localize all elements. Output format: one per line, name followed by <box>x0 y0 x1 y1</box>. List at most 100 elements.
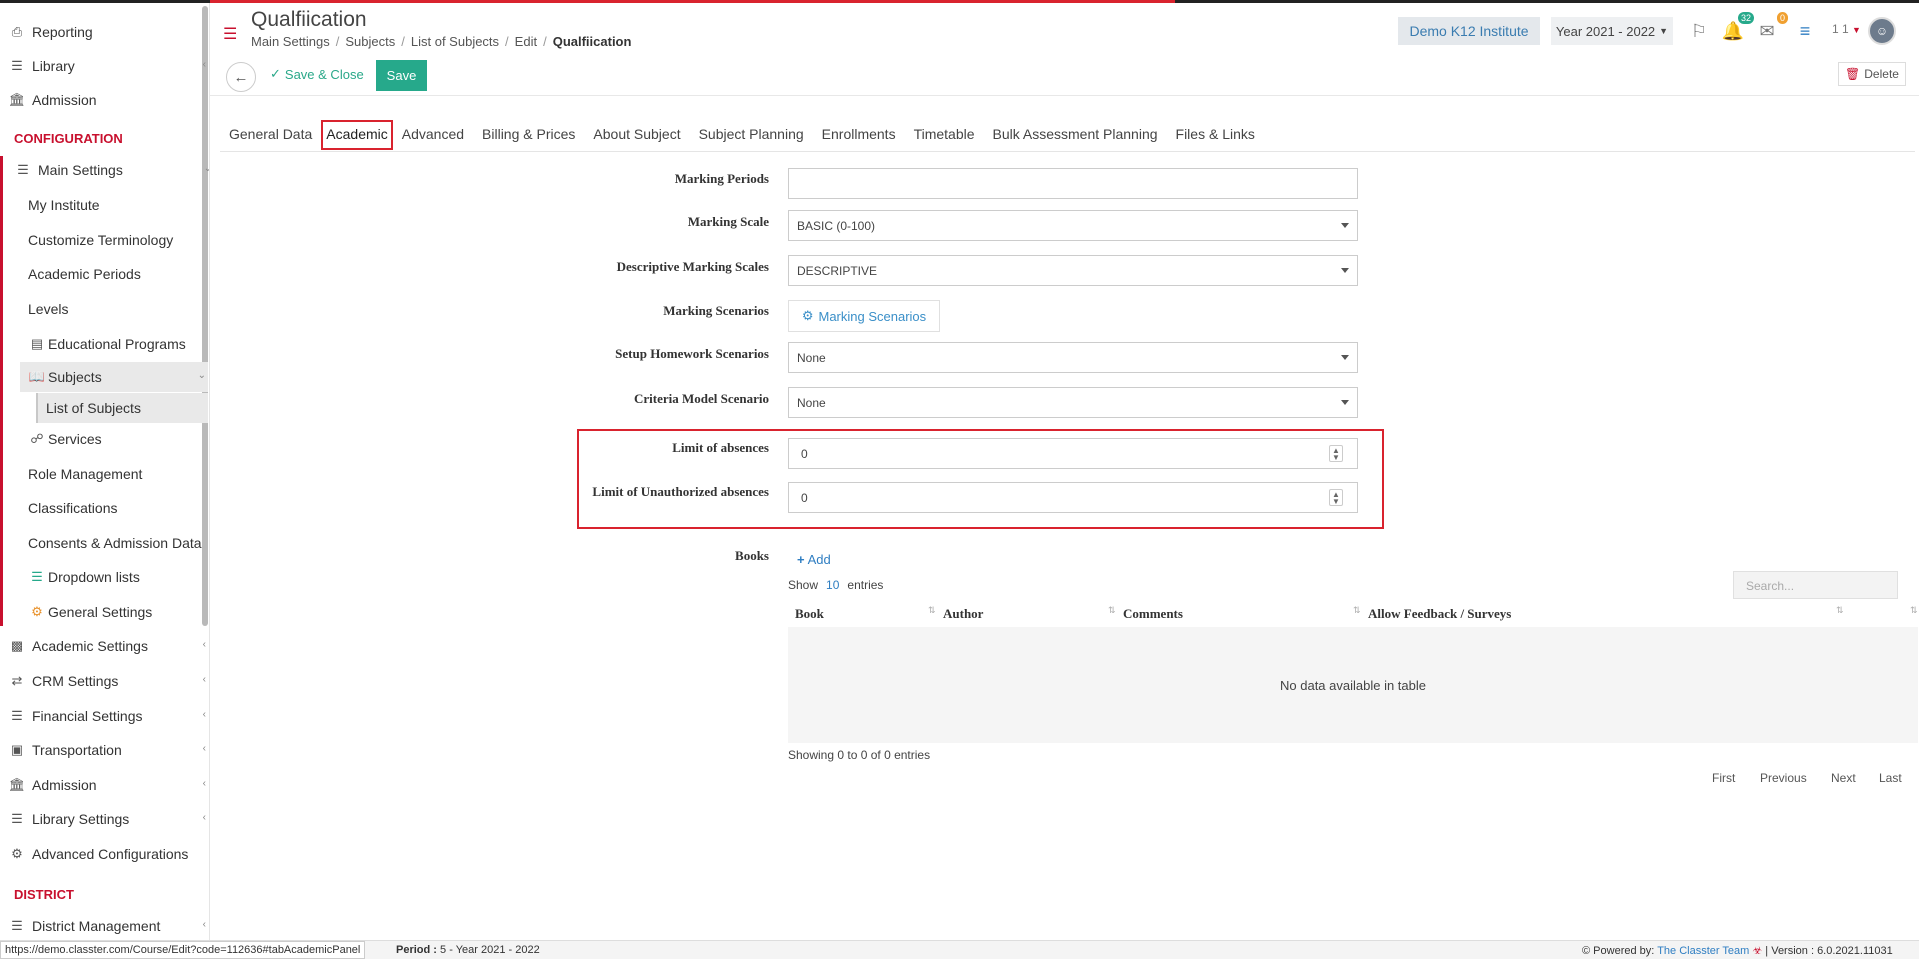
sidebar-item-library[interactable]: ☰ Library ‹ <box>8 51 208 81</box>
homework-scenarios-select[interactable]: None <box>788 342 1358 373</box>
sidebar-item-label: Role Management <box>28 466 143 482</box>
tab-billing-prices[interactable]: Billing & Prices <box>473 120 584 150</box>
institute-button[interactable]: Demo K12 Institute <box>1398 17 1540 45</box>
sidebar-item-consents[interactable]: Consents & Admission Data <box>28 528 209 558</box>
pager-last[interactable]: Last <box>1879 771 1902 785</box>
column-allow-feedback[interactable]: Allow Feedback / Surveys <box>1368 606 1511 622</box>
pager-next[interactable]: Next <box>1831 771 1856 785</box>
save-button[interactable]: Save <box>376 60 427 91</box>
sidebar-item-crm-settings[interactable]: ⇄ CRM Settings ‹ <box>8 666 208 696</box>
sidebar-item-services[interactable]: ☍ Services ‹ <box>28 424 209 454</box>
marking-scale-label: Marking Scale <box>687 214 769 229</box>
limit-absences-input[interactable]: 0 ▲ ▼ <box>788 438 1358 469</box>
loading-progress <box>210 0 1175 3</box>
chevron-left-icon: ‹ <box>202 709 206 720</box>
caret-down-icon: ▼ <box>1659 26 1669 36</box>
tab-advanced[interactable]: Advanced <box>393 120 473 150</box>
marking-scenarios-button[interactable]: ⚙ Marking Scenarios <box>788 300 940 332</box>
bus-icon: ▣ <box>10 742 24 757</box>
sidebar-item-general-settings[interactable]: ⚙ General Settings <box>28 597 209 627</box>
layers-icon: ☰ <box>31 569 43 584</box>
delete-label: Delete <box>1864 67 1899 81</box>
tab-subject-planning[interactable]: Subject Planning <box>690 120 813 150</box>
marking-periods-input[interactable] <box>788 168 1358 199</box>
breadcrumb-subjects[interactable]: Subjects <box>345 34 395 49</box>
year-select[interactable]: Year 2021 - 2022 ▼ <box>1551 17 1673 45</box>
sidebar-item-academic-settings[interactable]: ▩ Academic Settings ‹ <box>8 631 208 661</box>
sidebar-item-academic-periods[interactable]: Academic Periods <box>28 259 209 289</box>
gears-icon: ⚙ <box>801 308 814 323</box>
breadcrumb-main-settings[interactable]: Main Settings <box>251 34 330 49</box>
marking-scale-select[interactable]: BASIC (0-100) <box>788 210 1358 241</box>
tab-files-links[interactable]: Files & Links <box>1167 120 1264 150</box>
sort-icon[interactable]: ⇅ <box>1108 605 1116 616</box>
sidebar-item-main-settings[interactable]: ☰ Main Settings ⌄ <box>14 155 209 185</box>
tab-bulk-assessment-planning[interactable]: Bulk Assessment Planning <box>984 120 1167 150</box>
descriptive-scales-select[interactable]: DESCRIPTIVE <box>788 255 1358 286</box>
breadcrumb-edit[interactable]: Edit <box>515 34 537 49</box>
tab-general-data[interactable]: General Data <box>220 120 321 150</box>
sidebar-item-transportation[interactable]: ▣ Transportation ‹ <box>8 735 208 765</box>
list-icon: ☰ <box>11 918 23 933</box>
tab-about-subject[interactable]: About Subject <box>584 120 689 150</box>
sidebar-item-list-of-subjects[interactable]: List of Subjects <box>36 393 208 423</box>
marking-scale-value: BASIC (0-100) <box>797 218 876 233</box>
tab-timetable[interactable]: Timetable <box>905 120 984 150</box>
sidebar-item-district-management[interactable]: ☰ District Management ‹ <box>8 911 208 941</box>
save-close-button[interactable]: ✓ Save & Close <box>270 66 364 82</box>
add-book-button[interactable]: + Add <box>797 552 831 567</box>
bell-icon[interactable]: 🔔 32 <box>1720 12 1754 44</box>
sidebar-item-customize-terminology[interactable]: Customize Terminology <box>28 225 209 255</box>
flag-icon[interactable]: ⚐ <box>1686 18 1712 44</box>
sidebar-item-educational-programs[interactable]: ▤ Educational Programs ‹ <box>28 329 209 359</box>
sidebar-item-my-institute[interactable]: My Institute <box>28 190 209 220</box>
column-comments[interactable]: Comments <box>1123 606 1183 622</box>
sort-icon[interactable]: ⇅ <box>1353 605 1361 616</box>
criteria-model-select[interactable]: None <box>788 387 1358 418</box>
sidebar-item-subjects[interactable]: 📖 Subjects ⌄ <box>20 362 208 392</box>
sidebar-item-financial-settings[interactable]: ☰ Financial Settings ‹ <box>8 701 208 731</box>
tab-enrollments[interactable]: Enrollments <box>813 120 905 150</box>
sidebar-item-classifications[interactable]: Classifications <box>28 493 209 523</box>
sidebar-item-admission[interactable]: 🏛 Admission <box>8 85 208 115</box>
number-spinner[interactable]: ▲ ▼ <box>1329 445 1343 462</box>
trash-icon: 🗑 <box>1845 67 1861 81</box>
descriptive-scales-value: DESCRIPTIVE <box>797 263 878 278</box>
sidebar-item-admission-settings[interactable]: 🏛 Admission ‹ <box>8 770 208 800</box>
sidebar-item-levels[interactable]: Levels <box>28 294 209 324</box>
table-search-input[interactable]: Search... <box>1733 571 1898 599</box>
sidebar-item-reporting[interactable]: ⎙ Reporting <box>8 17 208 47</box>
page-title: Qualfiication <box>251 8 367 31</box>
page-length-select[interactable]: 10 <box>826 578 839 592</box>
sidebar-item-library-settings[interactable]: ☰ Library Settings ‹ <box>8 804 208 834</box>
classter-team-link[interactable]: The Classter Team <box>1657 945 1749 957</box>
mail-icon[interactable]: ✉ 0 <box>1754 12 1788 44</box>
hamburger-menu-icon[interactable]: ☰ <box>223 24 237 44</box>
column-author[interactable]: Author <box>943 606 983 622</box>
avatar[interactable]: ☺ <box>1868 17 1896 45</box>
powered-by: © Powered by: The Classter Team ☣ | Vers… <box>1582 944 1893 957</box>
tab-academic[interactable]: Academic <box>321 120 393 150</box>
pager-first[interactable]: First <box>1712 771 1735 785</box>
back-button[interactable]: ← <box>226 62 256 92</box>
breadcrumb-list-of-subjects[interactable]: List of Subjects <box>411 34 499 49</box>
sidebar-item-label: CRM Settings <box>32 673 119 689</box>
sidebar-item-dropdown-lists[interactable]: ☰ Dropdown lists <box>28 562 209 592</box>
sort-icon[interactable]: ⇅ <box>928 605 936 616</box>
limit-unauth-label: Limit of Unauthorized absences <box>592 484 769 499</box>
sort-icon[interactable]: ⇅ <box>1910 605 1918 616</box>
chevron-down-icon: ⌄ <box>197 370 206 381</box>
homework-scenarios-value: None <box>797 350 826 365</box>
sidebar-item-advanced-configurations[interactable]: ⚙ Advanced Configurations <box>8 839 208 869</box>
column-book[interactable]: Book <box>795 606 824 622</box>
sidebar-item-role-management[interactable]: Role Management <box>28 459 209 489</box>
pager-previous[interactable]: Previous <box>1760 771 1807 785</box>
number-spinner[interactable]: ▲ ▼ <box>1329 489 1343 506</box>
period-info: Period : 5 - Year 2021 - 2022 <box>396 944 540 956</box>
user-menu[interactable]: 1 1 ▼ <box>1832 22 1861 36</box>
delete-button[interactable]: 🗑 Delete <box>1838 62 1906 86</box>
layers-icon[interactable]: ≡ <box>1792 18 1818 44</box>
shuffle-icon: ⇄ <box>11 673 23 688</box>
limit-unauth-input[interactable]: 0 ▲ ▼ <box>788 482 1358 513</box>
sort-icon[interactable]: ⇅ <box>1836 605 1844 616</box>
